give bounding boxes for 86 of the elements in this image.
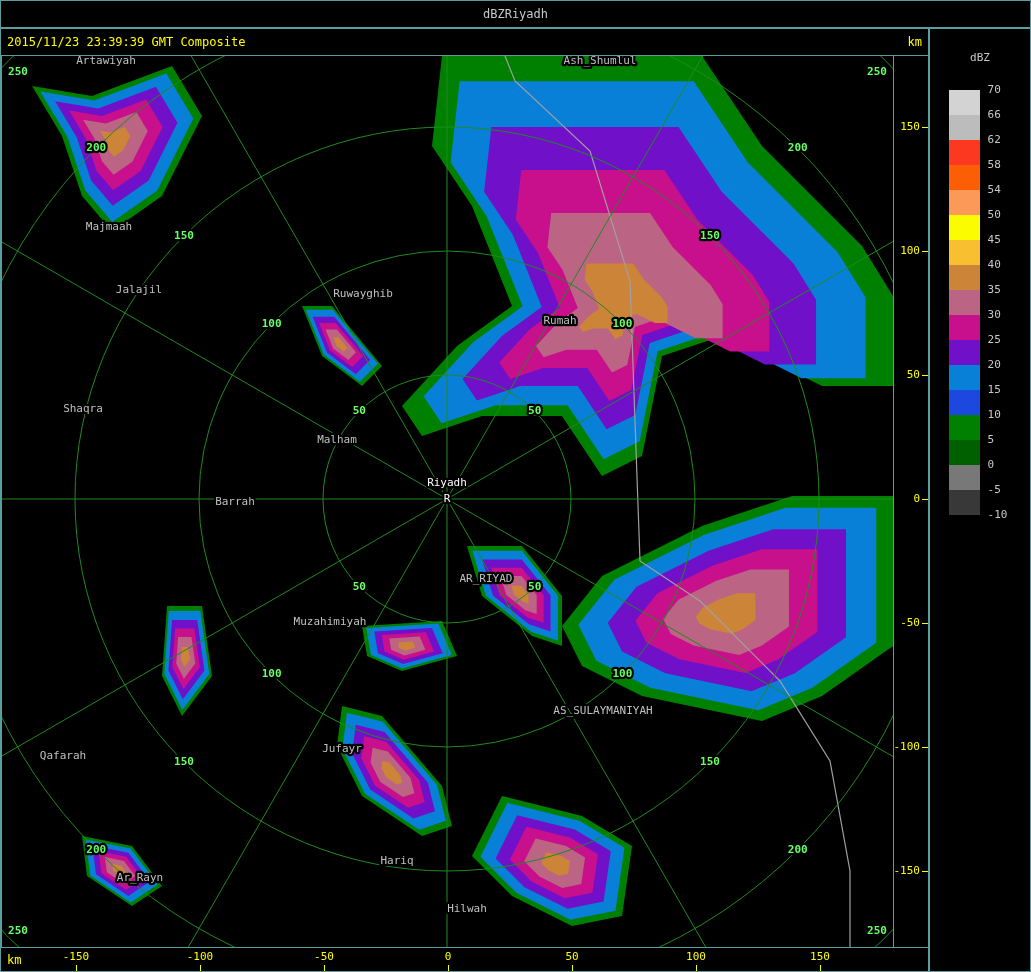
axis-tick (922, 871, 928, 872)
range-label: 50 (528, 404, 542, 418)
legend-label: 35 (987, 282, 1002, 298)
place-label: Jalajil (115, 283, 163, 296)
axis-tick (922, 623, 928, 624)
legend-label: 45 (987, 232, 1002, 248)
range-label: 200 (787, 842, 808, 856)
axis-tick (922, 747, 928, 748)
axis-tick-label: -100 (893, 740, 920, 754)
axis-tick (200, 965, 201, 971)
axis-tick-label: 0 (913, 492, 920, 506)
legend-label: 58 (987, 157, 1002, 173)
axis-tick (696, 965, 697, 971)
window-title: dBZRiyadh (483, 7, 548, 21)
legend-label: 25 (987, 332, 1002, 348)
range-label: 250 (867, 924, 887, 937)
legend-label: 40 (987, 257, 1002, 273)
range-label: 200 (787, 141, 808, 155)
unit-label: km (907, 35, 922, 49)
range-label: 250 (8, 924, 28, 937)
place-label: Ar_Rayn (116, 871, 164, 884)
legend-label: 50 (987, 207, 1002, 223)
axis-tick-label: 150 (900, 120, 920, 134)
axis-tick-label: -150 (61, 950, 91, 963)
axis-tick (572, 965, 573, 971)
axis-tick (922, 251, 928, 252)
legend-title: dBZ (970, 51, 990, 64)
place-label: Hariq (380, 854, 414, 867)
range-label: 250 (8, 65, 28, 78)
timestamp-label: 2015/11/23 23:39:39 GMT Composite (7, 35, 246, 49)
axis-tick-label: -150 (893, 864, 920, 878)
axis-tick-label: -50 (900, 616, 920, 630)
range-label: 150 (174, 228, 194, 242)
place-label: AR_RIYAD (459, 572, 513, 585)
range-label: 200 (86, 842, 107, 856)
axis-tick-label: -50 (313, 950, 335, 963)
axis-tick (448, 965, 449, 971)
axis-tick (820, 965, 821, 971)
range-label: 150 (700, 755, 720, 769)
legend-label: 0 (987, 457, 996, 473)
axis-tick (922, 375, 928, 376)
legend-label: 66 (987, 107, 1002, 123)
range-label: 100 (261, 667, 282, 681)
legend-label: -10 (987, 507, 1008, 523)
legend-label: 10 (987, 407, 1002, 423)
legend-label: -5 (987, 482, 1002, 498)
place-label: Riyadh (427, 476, 467, 489)
place-label: AS_SULAYMANIYAH (553, 704, 653, 717)
range-label: 100 (612, 667, 633, 681)
place-label: Malham (317, 433, 357, 446)
axis-tick (922, 127, 928, 128)
range-label: 200 (86, 141, 107, 155)
radar-site-marker: R (443, 492, 451, 505)
place-label: Qafarah (39, 749, 87, 762)
range-label: 150 (174, 755, 194, 769)
axis-tick-label: 0 (443, 950, 453, 963)
place-label: Ruwayghib (333, 287, 393, 300)
place-label: Ash_Shumlul (563, 56, 637, 67)
axis-tick (76, 965, 77, 971)
legend-label: 62 (987, 132, 1002, 148)
legend-label: 30 (987, 307, 1002, 323)
range-label: 50 (352, 404, 366, 418)
legend-label: 54 (987, 182, 1002, 198)
axis-tick (922, 499, 928, 500)
range-label: 50 (528, 579, 542, 593)
legend-label: 15 (987, 382, 1002, 398)
legend-label: 5 (987, 432, 996, 448)
range-label: 100 (261, 316, 282, 330)
place-label: Hilwah (447, 902, 487, 915)
place-label: Barrah (215, 495, 255, 508)
place-label: Shaqra (63, 402, 103, 415)
axis-tick-label: 100 (685, 950, 707, 963)
place-label: Artawiyah (76, 56, 136, 67)
axis-tick-label: 150 (809, 950, 831, 963)
axis-tick-label: 50 (906, 368, 920, 382)
unit-label: km (7, 953, 22, 967)
range-label: 250 (867, 65, 887, 78)
range-label: 50 (352, 579, 366, 593)
legend-label: 70 (987, 82, 1002, 98)
place-label: Jufayr (322, 742, 362, 755)
legend-label: 20 (987, 357, 1002, 373)
axis-tick-label: 100 (900, 244, 920, 258)
place-label: Muzahimiyah (293, 615, 367, 628)
axis-tick (324, 965, 325, 971)
axis-tick-label: 50 (564, 950, 580, 963)
axis-tick-label: -100 (185, 950, 215, 963)
